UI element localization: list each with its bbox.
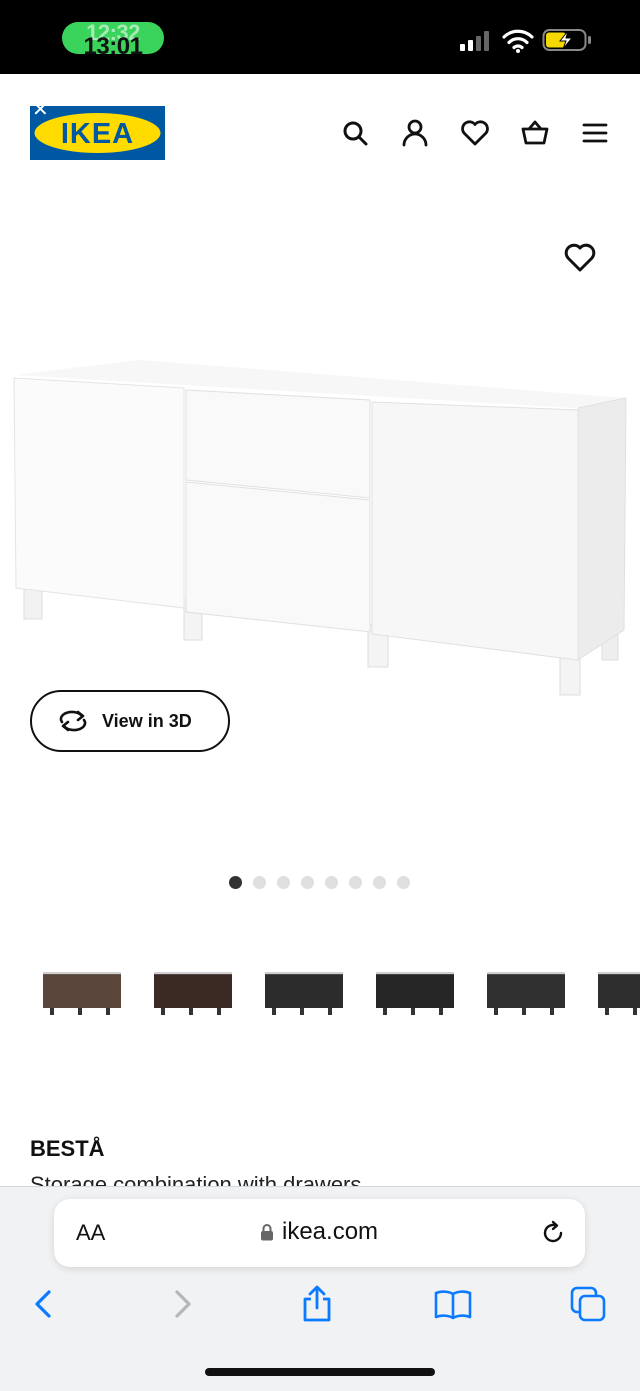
view-in-3d-button[interactable]: View in 3D [30,690,230,752]
color-variant-thumbnail[interactable] [151,958,235,1022]
view-in-3d-label: View in 3D [102,711,192,731]
menu-icon[interactable] [580,118,610,148]
carousel-dot[interactable] [229,876,242,889]
carousel-dot[interactable] [253,876,266,889]
carousel-dot[interactable] [373,876,386,889]
share-icon[interactable] [297,1284,337,1324]
carousel-dot[interactable] [349,876,362,889]
profile-icon[interactable] [400,118,430,148]
text-size-button[interactable]: AA [76,1220,105,1246]
image-carousel-dots [229,876,410,890]
status-bar: 12:32 13:01 [0,0,640,74]
color-variant-thumbnail[interactable] [595,958,640,1022]
carousel-dot[interactable] [277,876,290,889]
cellular-signal-icon [460,31,489,51]
color-variant-thumbnail[interactable] [373,958,457,1022]
product-image[interactable] [0,330,640,710]
product-name: BESTÅ [30,1136,105,1161]
ikea-logo[interactable]: IKEA [30,106,165,160]
lock-icon [261,1224,273,1241]
home-indicator[interactable] [205,1368,435,1376]
carousel-dot[interactable] [397,876,410,889]
basket-icon[interactable] [520,118,550,148]
color-variant-thumbnail[interactable] [262,958,346,1022]
forward-icon[interactable] [162,1284,202,1324]
bookmarks-icon[interactable] [433,1284,473,1324]
url-text: ikea.com [282,1218,379,1245]
color-variant-list [0,958,640,1028]
tabs-icon[interactable] [568,1284,608,1324]
ikea-logo-text: IKEA [61,118,134,150]
carousel-dot[interactable] [325,876,338,889]
search-icon[interactable] [340,118,370,148]
address-bar[interactable]: AA ikea.com [54,1199,585,1267]
wifi-icon [502,29,534,53]
favourites-icon[interactable] [460,118,490,148]
status-time: 13:01 [83,33,143,60]
back-icon[interactable] [24,1284,64,1324]
color-variant-thumbnail[interactable] [40,958,124,1022]
add-to-favourites-icon[interactable] [562,240,598,276]
carousel-dot[interactable] [301,876,314,889]
color-variant-thumbnail[interactable] [484,958,568,1022]
screen: 12:32 13:01 IKEA ✕ View in 3D BESTÅ Stor… [0,0,640,1391]
battery-charging-icon [542,29,591,51]
close-icon[interactable]: ✕ [32,100,49,120]
reload-icon[interactable] [540,1220,566,1246]
rotate-3d-icon [59,710,87,732]
